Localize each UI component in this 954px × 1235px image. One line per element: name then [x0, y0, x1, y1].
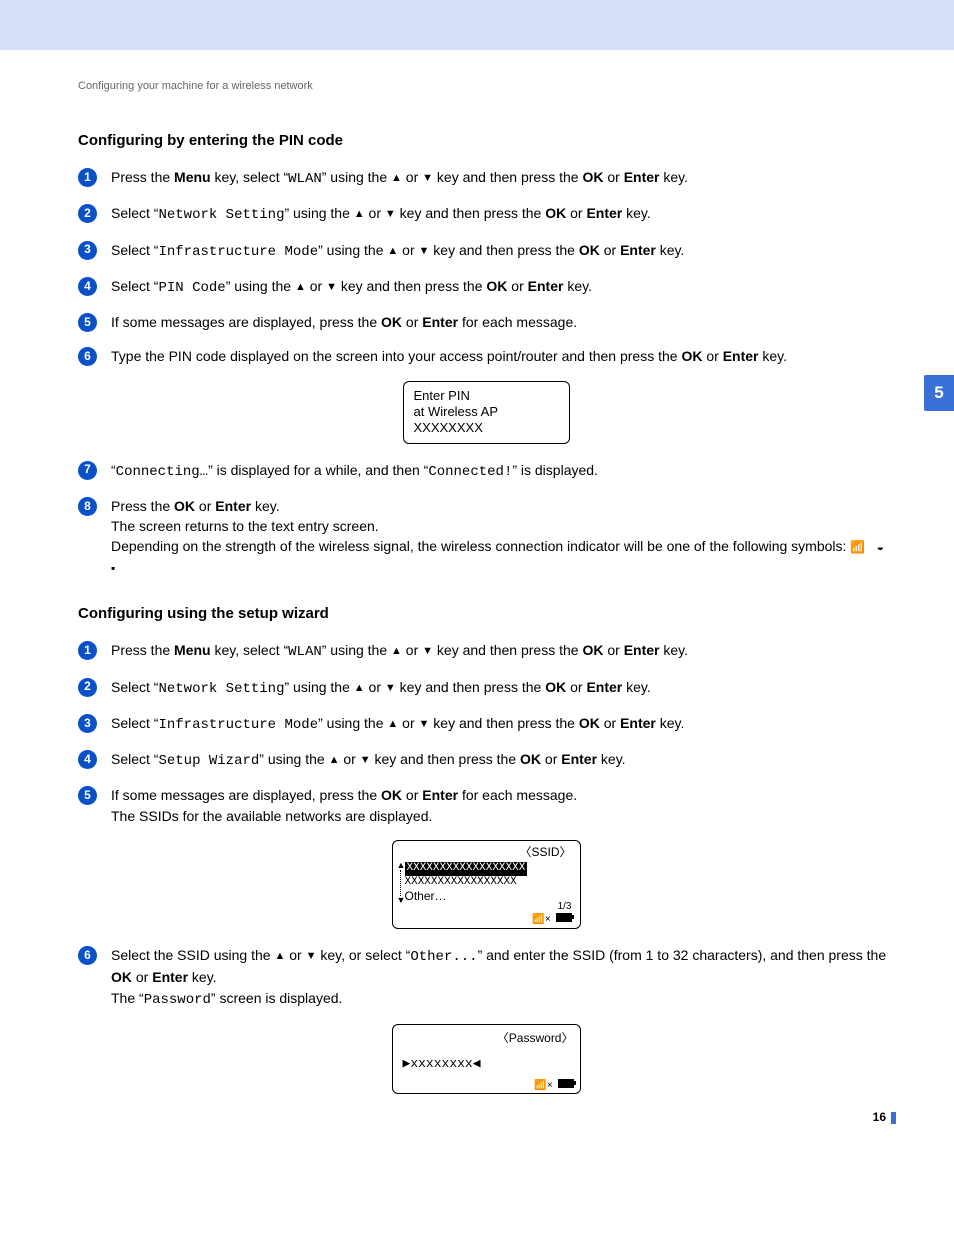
- step-b3: 3 Select “Infrastructure Mode” using the…: [78, 713, 894, 735]
- lcd-ssid-list: ▲▼ 〈SSID〉 XXXXXXXXXXXXXXXXXX XXXXXXXXXXX…: [78, 840, 894, 929]
- step-number-icon: 8: [78, 497, 97, 516]
- step-a8: 8 Press the OK or Enter key. The screen …: [78, 496, 894, 577]
- step-number-icon: 4: [78, 750, 97, 769]
- section-title-pin: Configuring by entering the PIN code: [78, 132, 894, 149]
- step-number-icon: 3: [78, 241, 97, 260]
- step-a3: 3 Select “Infrastructure Mode” using the…: [78, 240, 894, 262]
- step-number-icon: 5: [78, 786, 97, 805]
- lcd-password: 〈Password〉 ▶xxxxxxxx◀ 📶×: [78, 1024, 894, 1094]
- step-number-icon: 5: [78, 313, 97, 332]
- step-number-icon: 2: [78, 678, 97, 697]
- lcd-enter-pin: Enter PIN at Wireless AP XXXXXXXX: [78, 381, 894, 444]
- step-a5: 5 If some messages are displayed, press …: [78, 312, 894, 332]
- step-number-icon: 2: [78, 204, 97, 223]
- scroll-arrows-icon: ▲▼: [397, 861, 406, 905]
- step-b4: 4 Select “Setup Wizard” using the ▲ or ▼…: [78, 749, 894, 771]
- page-number: 16: [873, 1110, 886, 1124]
- wifi-off-icon: 📶×: [532, 914, 550, 925]
- step-a4: 4 Select “PIN Code” using the ▲ or ▼ key…: [78, 276, 894, 298]
- step-b1: 1 Press the Menu key, select “WLAN” usin…: [78, 640, 894, 662]
- step-number-icon: 3: [78, 714, 97, 733]
- breadcrumb: Configuring your machine for a wireless …: [78, 80, 894, 92]
- step-number-icon: 4: [78, 277, 97, 296]
- step-a7: 7 “Connecting…” is displayed for a while…: [78, 460, 894, 482]
- chapter-tab: 5: [924, 375, 954, 411]
- battery-icon: [556, 913, 572, 922]
- step-b6: 6 Select the SSID using the ▲ or ▼ key, …: [78, 945, 894, 1010]
- step-a1: 1 Press the Menu key, select “WLAN” usin…: [78, 167, 894, 189]
- step-number-icon: 1: [78, 641, 97, 660]
- header-band: [0, 0, 954, 50]
- battery-icon: [558, 1079, 574, 1088]
- step-b5: 5 If some messages are displayed, press …: [78, 785, 894, 826]
- step-number-icon: 1: [78, 168, 97, 187]
- page-content: Configuring your machine for a wireless …: [0, 50, 954, 1130]
- step-number-icon: 6: [78, 946, 97, 965]
- step-a6: 6 Type the PIN code displayed on the scr…: [78, 346, 894, 366]
- step-a2: 2 Select “Network Setting” using the ▲ o…: [78, 203, 894, 225]
- wifi-off-icon: 📶×: [534, 1080, 552, 1091]
- step-b2: 2 Select “Network Setting” using the ▲ o…: [78, 677, 894, 699]
- section-title-wizard: Configuring using the setup wizard: [78, 605, 894, 622]
- step-number-icon: 6: [78, 347, 97, 366]
- step-number-icon: 7: [78, 461, 97, 480]
